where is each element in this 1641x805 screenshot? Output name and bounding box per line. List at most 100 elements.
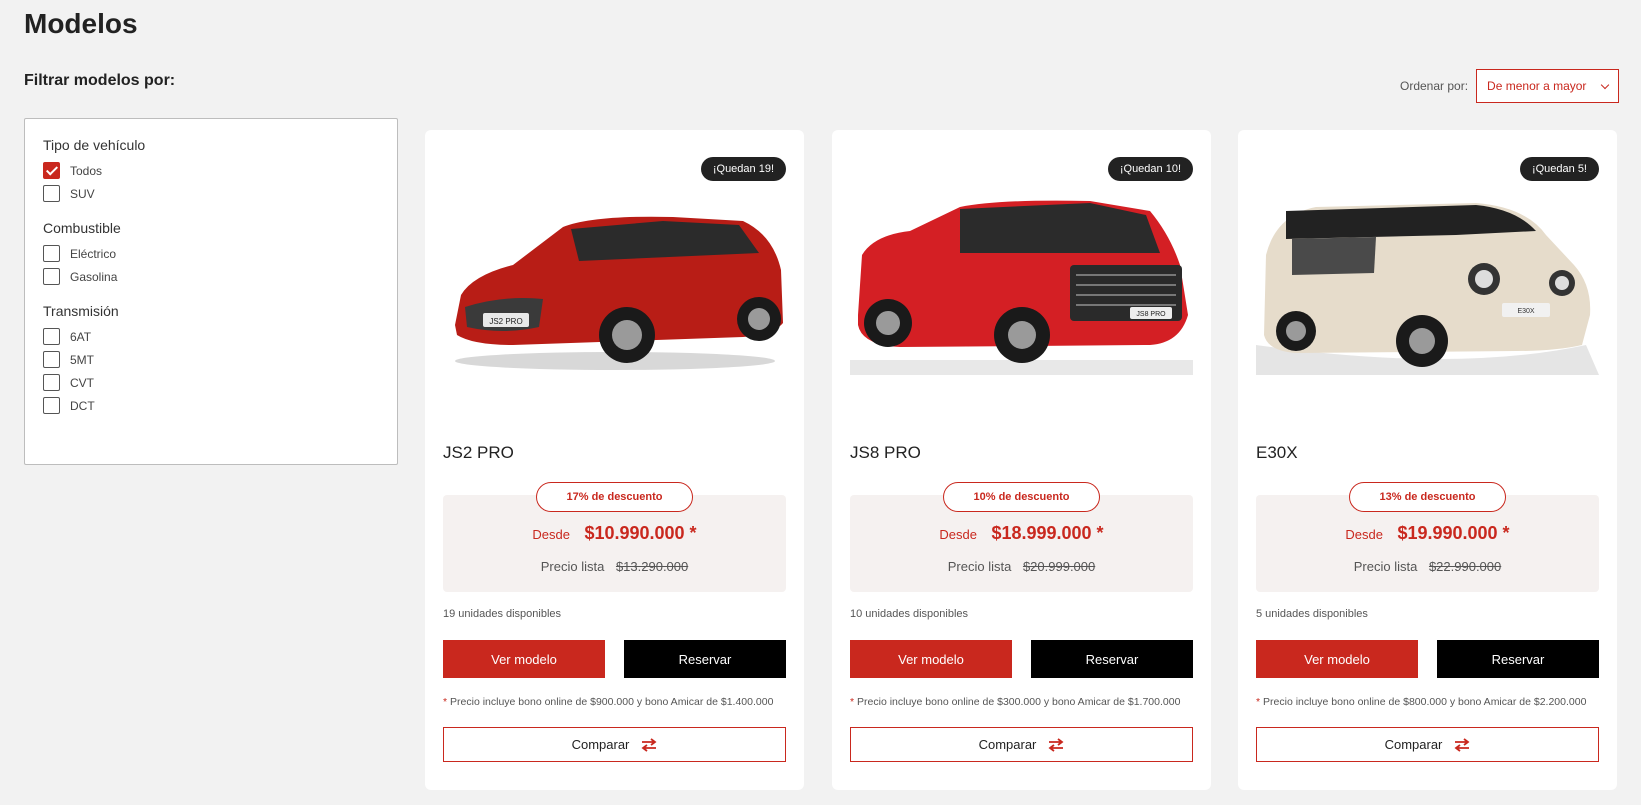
filter-option-todos[interactable]: Todos xyxy=(43,159,379,182)
filter-option-electrico[interactable]: Eléctrico xyxy=(43,242,379,265)
discount-badge: 17% de descuento xyxy=(535,482,694,512)
price-value: $10.990.000 * xyxy=(584,523,697,543)
filter-option-label: Gasolina xyxy=(70,269,118,284)
filter-option-label: SUV xyxy=(70,186,95,201)
stock-badge: ¡Quedan 5! xyxy=(1519,157,1599,181)
swap-arrows-icon xyxy=(1048,737,1064,752)
ver-modelo-button[interactable]: Ver modelo xyxy=(443,640,605,678)
model-name: JS2 PRO xyxy=(443,443,514,462)
checkbox[interactable] xyxy=(43,351,60,368)
stock-badge: ¡Quedan 10! xyxy=(1107,157,1193,181)
checkbox-checked[interactable] xyxy=(43,162,60,179)
filter-option-5mt[interactable]: 5MT xyxy=(43,348,379,371)
list-price-row: Precio lista $13.290.000 xyxy=(443,559,786,574)
price-box: 10% de descuento Desde $18.999.000 * Pre… xyxy=(850,482,1193,592)
plate-text: JS8 PRO xyxy=(1136,311,1166,318)
note-text: Precio incluye bono online de $300.000 y… xyxy=(857,696,1181,708)
desde-label: Desde xyxy=(1345,527,1383,542)
filter-option-6at[interactable]: 6AT xyxy=(43,325,379,348)
car-image[interactable]: JS8 PRO xyxy=(850,195,1193,375)
compare-button[interactable]: Comparar xyxy=(850,727,1193,762)
price-value: $19.990.000 * xyxy=(1397,523,1510,543)
filter-group-transmision: Transmisión 6AT 5MT CVT DCT xyxy=(43,303,379,417)
checkbox[interactable] xyxy=(43,374,60,391)
model-card-e30x: ¡Quedan 5! E30X E30X 13% de descuento De… xyxy=(1238,130,1617,790)
filter-option-gasolina[interactable]: Gasolina xyxy=(43,265,379,288)
desde-label: Desde xyxy=(532,527,570,542)
filter-option-suv[interactable]: SUV xyxy=(43,182,379,205)
note-asterisk: * xyxy=(443,696,448,708)
reservar-button[interactable]: Reservar xyxy=(1031,640,1193,678)
swap-arrows-icon xyxy=(641,737,657,752)
filter-option-label: Todos xyxy=(70,163,103,178)
price-row: Desde $10.990.000 * xyxy=(443,523,786,544)
checkbox[interactable] xyxy=(43,245,60,262)
reservar-button[interactable]: Reservar xyxy=(1437,640,1599,678)
filter-option-dct[interactable]: DCT xyxy=(43,394,379,417)
filter-group-title: Tipo de vehículo xyxy=(43,137,146,153)
checkbox[interactable] xyxy=(43,328,60,345)
price-note: * Precio incluye bono online de $300.000… xyxy=(850,696,1180,708)
units-available: 10 unidades disponibles xyxy=(850,608,969,620)
price-row: Desde $18.999.000 * xyxy=(850,523,1193,544)
checkbox[interactable] xyxy=(43,268,60,285)
filter-option-label: 6AT xyxy=(70,329,92,344)
price-box: 17% de descuento Desde $10.990.000 * Pre… xyxy=(443,482,786,592)
filter-option-cvt[interactable]: CVT xyxy=(43,371,379,394)
chevron-down-icon xyxy=(1600,80,1610,89)
filters-panel: Tipo de vehículo Todos SUV Combustible E… xyxy=(24,118,398,465)
compare-button[interactable]: Comparar xyxy=(1256,727,1599,762)
filter-group-tipo: Tipo de vehículo Todos SUV xyxy=(43,137,379,205)
compare-label: Comparar xyxy=(571,737,630,752)
page-title: Modelos xyxy=(24,8,138,39)
note-text: Precio incluye bono online de $900.000 y… xyxy=(450,696,774,708)
model-card-js2-pro: ¡Quedan 19! JS2 PRO JS2 PRO 17% de descu… xyxy=(425,130,804,790)
filter-group-combustible: Combustible Eléctrico Gasolina xyxy=(43,220,379,288)
sort-label: Ordenar por: xyxy=(1400,79,1469,93)
list-price-row: Precio lista $22.990.000 xyxy=(1256,559,1599,574)
price-box: 13% de descuento Desde $19.990.000 * Pre… xyxy=(1256,482,1599,592)
model-name: E30X xyxy=(1256,443,1298,462)
checkbox[interactable] xyxy=(43,185,60,202)
reservar-button[interactable]: Reservar xyxy=(624,640,786,678)
list-price-label: Precio lista xyxy=(947,559,1012,574)
compare-label: Comparar xyxy=(1384,737,1443,752)
model-card-js8-pro: ¡Quedan 10! JS8 PRO JS8 PRO 10% de descu… xyxy=(832,130,1211,790)
list-price-label: Precio lista xyxy=(1353,559,1418,574)
price-row: Desde $19.990.000 * xyxy=(1256,523,1599,544)
list-price-label: Precio lista xyxy=(540,559,605,574)
model-name: JS8 PRO xyxy=(850,443,921,462)
compare-label: Comparar xyxy=(978,737,1037,752)
note-asterisk: * xyxy=(850,696,855,708)
list-price-value: $20.999.000 xyxy=(1022,559,1096,574)
filter-option-label: DCT xyxy=(70,398,95,413)
sort-select[interactable]: De menor a mayor xyxy=(1476,69,1620,103)
ver-modelo-button[interactable]: Ver modelo xyxy=(1256,640,1418,678)
stock-badge: ¡Quedan 19! xyxy=(700,157,786,181)
desde-label: Desde xyxy=(939,527,977,542)
discount-badge: 13% de descuento xyxy=(1348,482,1507,512)
plate-text: JS2 PRO xyxy=(489,317,522,326)
note-asterisk: * xyxy=(1256,696,1261,708)
filter-group-title: Transmisión xyxy=(43,303,119,319)
car-image[interactable]: E30X xyxy=(1256,195,1599,375)
discount-badge: 10% de descuento xyxy=(942,482,1101,512)
filter-option-label: CVT xyxy=(70,375,94,390)
list-price-value: $22.990.000 xyxy=(1428,559,1502,574)
list-price-value: $13.290.000 xyxy=(615,559,689,574)
sort-control: Ordenar por: De menor a mayor xyxy=(1400,69,1620,103)
plate-text: E30X xyxy=(1517,308,1534,315)
sort-value: De menor a mayor xyxy=(1487,79,1587,93)
filter-option-label: 5MT xyxy=(70,352,94,367)
compare-button[interactable]: Comparar xyxy=(443,727,786,762)
car-image[interactable]: JS2 PRO xyxy=(443,195,786,375)
checkbox[interactable] xyxy=(43,397,60,414)
filter-option-label: Eléctrico xyxy=(70,246,117,261)
price-value: $18.999.000 * xyxy=(991,523,1104,543)
ver-modelo-button[interactable]: Ver modelo xyxy=(850,640,1012,678)
units-available: 5 unidades disponibles xyxy=(1256,608,1368,620)
price-note: * Precio incluye bono online de $900.000… xyxy=(443,696,773,708)
units-available: 19 unidades disponibles xyxy=(443,608,562,620)
filter-title: Filtrar modelos por: xyxy=(24,72,176,89)
filter-group-title: Combustible xyxy=(43,220,121,236)
